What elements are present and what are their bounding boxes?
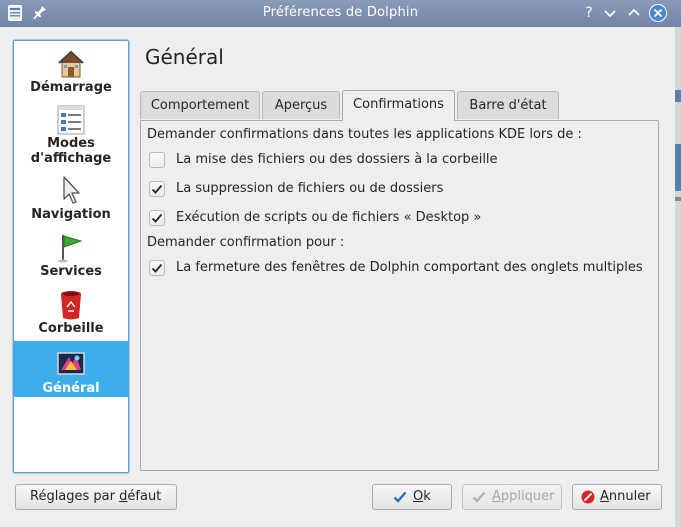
checkmark-icon	[472, 491, 486, 503]
cursor-icon	[63, 176, 80, 204]
background-window-mark	[675, 197, 681, 201]
apply-button[interactable]: Appliquer	[462, 484, 562, 510]
sidebar-item-label: Navigation	[31, 207, 111, 222]
cancel-label-rest: nnuler	[608, 489, 651, 504]
sidebar: Démarrage Modes d'affichage Navigation S…	[13, 40, 129, 473]
page-title: Général	[145, 45, 224, 69]
sidebar-item-label: Corbeille	[38, 321, 104, 336]
window-title: Préférences de Dolphin	[262, 5, 419, 20]
cancel-label-mnemonic: A	[600, 489, 609, 504]
window-titlebar[interactable]: Préférences de Dolphin ?	[0, 0, 681, 27]
sidebar-item-label: Services	[40, 264, 102, 279]
confirmations-panel: Demander confirmations dans toutes les a…	[140, 120, 659, 471]
checkbox-label: La mise des fichiers ou des dossiers à l…	[176, 152, 498, 167]
background-window-edge	[675, 27, 681, 527]
minimize-icon[interactable]	[601, 4, 619, 22]
tab-apercus[interactable]: Aperçus	[262, 91, 340, 119]
defaults-button-label: Réglages par défaut	[30, 485, 161, 509]
sidebar-item-corbeille[interactable]: Corbeille	[14, 289, 128, 341]
view-modes-icon	[57, 105, 85, 135]
sidebar-item-navigation[interactable]: Navigation	[14, 175, 128, 227]
defaults-label-before: Réglages par	[30, 489, 120, 504]
trash-icon	[61, 291, 81, 320]
help-icon[interactable]: ?	[580, 5, 598, 23]
apply-label-rest: ppliquer	[500, 489, 555, 504]
sidebar-item-general[interactable]: Général	[14, 341, 128, 397]
checkbox-label: La fermeture des fenêtres de Dolphin com…	[176, 260, 643, 275]
general-settings-icon	[57, 352, 85, 375]
checkmark-icon	[151, 263, 163, 273]
sidebar-item-demarrage[interactable]: Démarrage	[14, 48, 128, 98]
sidebar-item-modes-affichage[interactable]: Modes d'affichage	[14, 104, 128, 170]
ok-button-label: Ok	[413, 485, 431, 509]
checkmark-icon	[393, 491, 407, 503]
close-icon[interactable]	[648, 3, 668, 23]
checkbox-execute-scripts[interactable]	[149, 210, 165, 226]
checkmark-icon	[151, 213, 163, 223]
preferences-dialog: Démarrage Modes d'affichage Navigation S…	[0, 27, 675, 527]
sidebar-item-label: Général	[42, 381, 100, 396]
checkbox-close-multiple-tabs[interactable]	[149, 260, 165, 276]
sidebar-item-label: Modes d'affichage	[30, 136, 112, 166]
checkbox-label: La suppression de fichiers ou de dossier…	[176, 181, 444, 196]
ok-button[interactable]: Ok	[372, 484, 452, 510]
checkbox-move-to-trash[interactable]	[149, 152, 165, 168]
cancel-button[interactable]: Annuler	[572, 484, 662, 510]
sidebar-item-services[interactable]: Services	[14, 232, 128, 284]
checkbox-label: Exécution de scripts ou de fichiers « De…	[176, 210, 482, 225]
ok-label-mnemonic: O	[413, 489, 424, 504]
section-label-dolphin: Demander confirmation pour :	[147, 235, 345, 250]
section-label-kde: Demander confirmations dans toutes les a…	[147, 127, 582, 142]
sidebar-item-label: Démarrage	[30, 80, 112, 95]
flag-icon	[58, 235, 83, 263]
checkmark-icon	[151, 184, 163, 194]
maximize-icon[interactable]	[625, 4, 643, 22]
defaults-button[interactable]: Réglages par défaut	[15, 484, 177, 510]
tab-comportement[interactable]: Comportement	[140, 91, 260, 119]
tab-confirmations[interactable]: Confirmations	[342, 90, 455, 121]
background-window-mark	[675, 90, 681, 102]
ok-label-rest: k	[423, 489, 431, 504]
cancel-button-label: Annuler	[600, 485, 651, 509]
defaults-label-after: éfaut	[127, 489, 162, 504]
background-window-mark	[675, 144, 681, 191]
apply-button-label: Appliquer	[492, 485, 554, 509]
tab-barre-etat[interactable]: Barre d'état	[457, 91, 559, 119]
apply-label-mnemonic: A	[492, 489, 501, 504]
cancel-icon	[581, 490, 595, 504]
checkbox-delete[interactable]	[149, 181, 165, 197]
house-icon	[58, 50, 84, 78]
